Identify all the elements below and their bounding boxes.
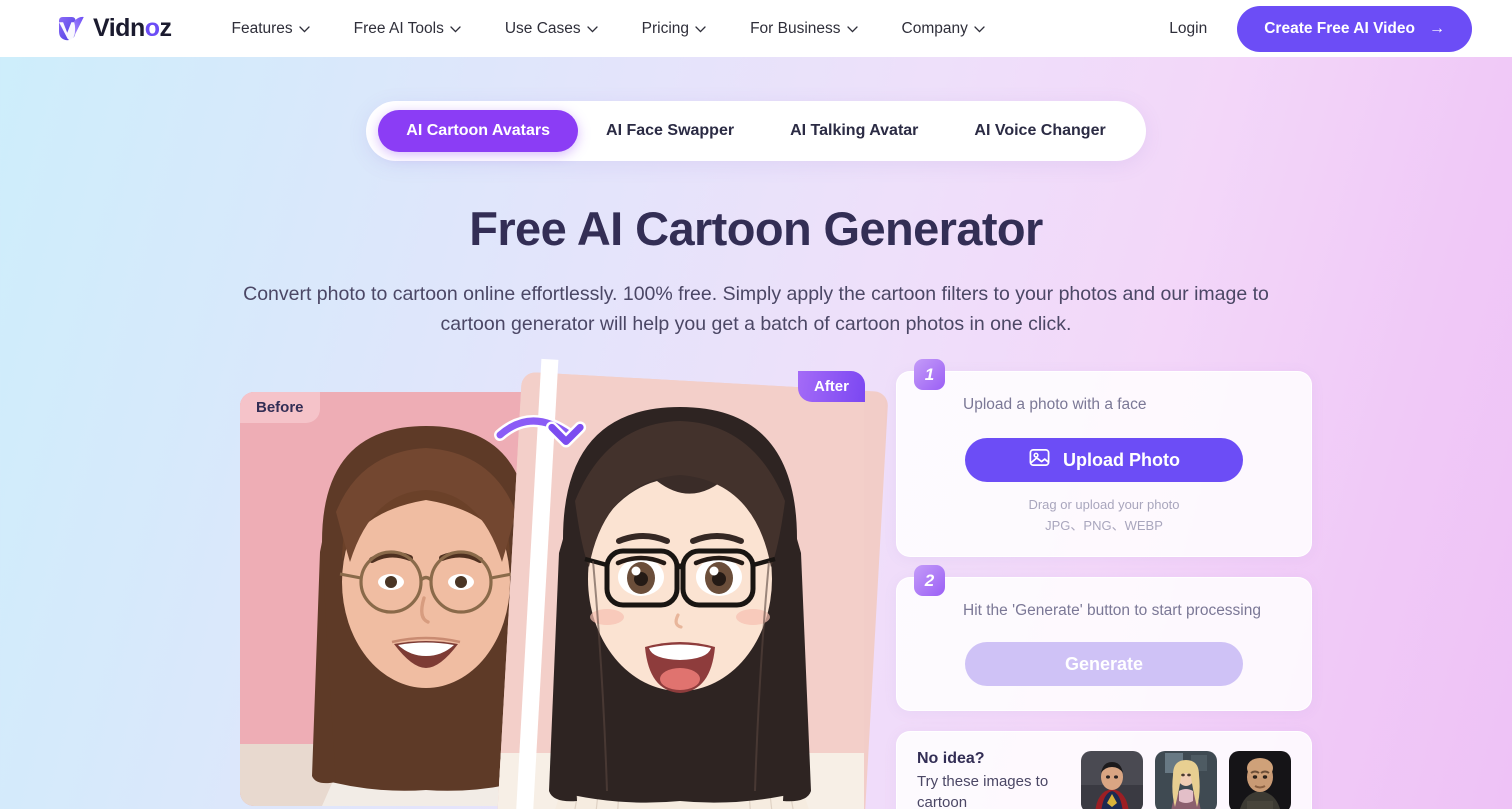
nav-item-for-business[interactable]: For Business	[728, 12, 879, 46]
nav-label: Features	[231, 19, 293, 37]
sample-thumbnails	[1081, 750, 1291, 809]
before-after-showcase: Before After	[240, 359, 889, 809]
bald-man-thumbnail[interactable]	[1229, 750, 1291, 809]
step-2-panel: 2 Hit the 'Generate' button to start pro…	[896, 565, 1312, 712]
sample-images-panel: No idea? Try these images to cartoon	[896, 731, 1312, 809]
nav-item-pricing[interactable]: Pricing	[620, 12, 728, 46]
step-2-label: Hit the 'Generate' button to start proce…	[963, 602, 1261, 620]
no-idea-title: No idea?	[917, 750, 985, 768]
blonde-woman-thumbnail[interactable]	[1155, 750, 1217, 809]
sample-images-text: No idea? Try these images to cartoon	[917, 750, 1067, 809]
image-upload-icon	[1028, 446, 1051, 474]
site-header: Vidnoz Features Free AI Tools Use Cases …	[0, 0, 1512, 57]
logo-wordmark: Vidnoz	[93, 14, 172, 42]
nav-item-use-cases[interactable]: Use Cases	[483, 12, 620, 46]
vidnoz-v-logo-icon	[56, 14, 86, 44]
after-image	[497, 371, 889, 809]
vidnoz-logo[interactable]: Vidnoz	[56, 14, 172, 44]
chevron-down-icon	[299, 26, 310, 33]
nav-label: Company	[901, 19, 968, 37]
step-1-panel: 1 Upload a photo with a face Upload Phot…	[896, 359, 1312, 558]
step-1-badge: 1	[914, 359, 945, 391]
chevron-down-icon	[450, 26, 461, 33]
tab-ai-talking-avatar[interactable]: AI Talking Avatar	[762, 110, 946, 152]
chevron-down-icon	[587, 26, 598, 33]
after-badge: After	[797, 371, 865, 403]
login-link[interactable]: Login	[1161, 14, 1215, 44]
header-actions: Login Create Free AI Video →	[1161, 5, 1472, 52]
create-free-ai-video-button[interactable]: Create Free AI Video →	[1237, 5, 1472, 52]
tool-tabbar-wrap: AI Cartoon Avatars AI Face Swapper AI Ta…	[0, 101, 1512, 161]
nav-item-free-ai-tools[interactable]: Free AI Tools	[332, 12, 483, 46]
nav-item-features[interactable]: Features	[210, 12, 332, 46]
chevron-down-icon	[695, 26, 706, 33]
tab-ai-face-swapper[interactable]: AI Face Swapper	[578, 110, 762, 152]
workflow-panels: 1 Upload a photo with a face Upload Phot…	[896, 359, 1312, 809]
chevron-down-icon	[846, 26, 858, 33]
main-content: Before After 1 Upload a photo with a fac…	[0, 359, 1512, 809]
no-idea-subtitle: Try these images to cartoon	[917, 773, 1049, 809]
nav-label: Free AI Tools	[353, 19, 444, 37]
step-2-badge: 2	[914, 565, 945, 597]
superhero-thumbnail[interactable]	[1081, 750, 1143, 809]
cta-label: Create Free AI Video	[1264, 19, 1415, 37]
generate-button[interactable]: Generate	[965, 642, 1243, 687]
step-1-label: Upload a photo with a face	[963, 396, 1147, 414]
nav-label: For Business	[750, 19, 841, 37]
page-subtitle: Convert photo to cartoon online effortle…	[243, 282, 1269, 335]
primary-nav: Features Free AI Tools Use Cases Pricing…	[210, 12, 1007, 46]
upload-photo-label: Upload Photo	[1063, 449, 1180, 470]
upload-formats: JPG、PNG、WEBP	[1045, 518, 1163, 534]
nav-label: Pricing	[641, 19, 690, 37]
nav-item-company[interactable]: Company	[880, 12, 1007, 46]
tab-ai-cartoon-avatars[interactable]: AI Cartoon Avatars	[378, 110, 579, 152]
tab-ai-voice-changer[interactable]: AI Voice Changer	[946, 110, 1133, 152]
chevron-down-icon	[974, 26, 985, 33]
tool-tabbar: AI Cartoon Avatars AI Face Swapper AI Ta…	[366, 101, 1146, 161]
nav-label: Use Cases	[504, 19, 581, 37]
page-title: Free AI Cartoon Generator	[469, 202, 1043, 255]
upload-hint: Drag or upload your photo	[1028, 497, 1180, 513]
arrow-right-icon: →	[1429, 19, 1445, 37]
before-badge: Before	[240, 392, 320, 424]
upload-photo-button[interactable]: Upload Photo	[965, 438, 1243, 483]
